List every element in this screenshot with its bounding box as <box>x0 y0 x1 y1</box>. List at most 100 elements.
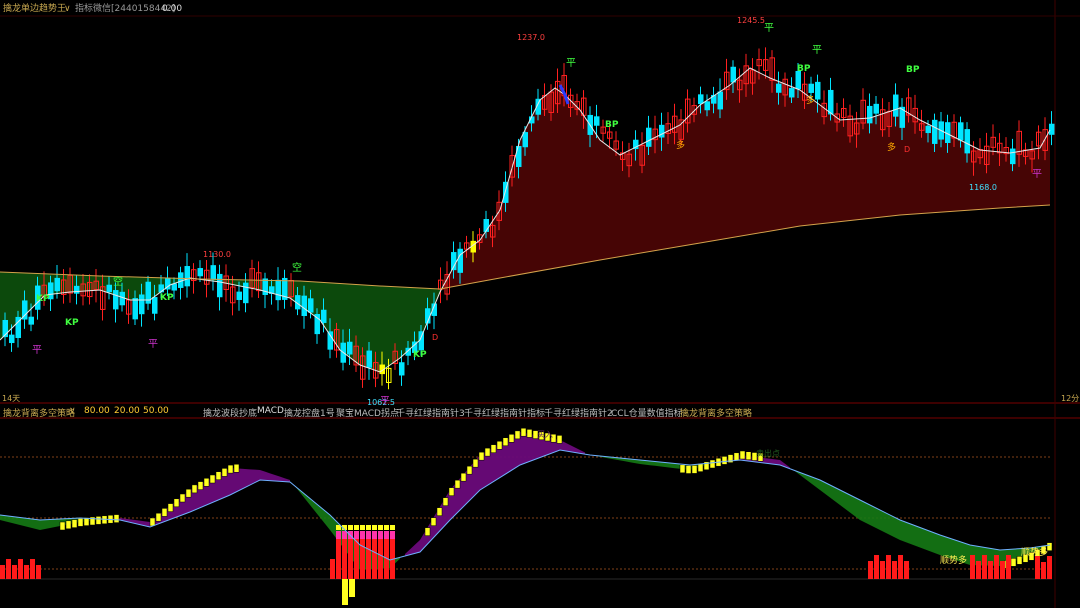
tab-macd[interactable]: MACD <box>257 406 284 416</box>
candle-body <box>184 266 190 287</box>
timeframe-label[interactable]: 12分 <box>1061 394 1079 403</box>
candle-body <box>867 105 873 124</box>
candle-body <box>704 101 710 111</box>
signal-duo-1: 多 <box>676 139 685 151</box>
sub-yellow-bar <box>745 451 752 460</box>
signal-d-2: D <box>904 145 910 154</box>
sub-red-bar <box>874 555 879 579</box>
sub-red-bar <box>1041 562 1046 579</box>
sub-annotation-trend-2: 顺势多 <box>1021 546 1048 558</box>
sub-yellow-bar <box>215 471 222 480</box>
candle-body <box>54 277 60 292</box>
sub-yellow-bar <box>77 518 84 527</box>
sub-yellow-cap <box>378 525 383 530</box>
candle-body <box>178 272 184 288</box>
candle-body <box>106 284 112 293</box>
candle-body <box>893 94 899 117</box>
sub-magenta-cap <box>366 531 371 539</box>
sub-yellow-cap <box>348 525 353 530</box>
sub-yellow-bar <box>514 430 521 440</box>
signal-ping-2: 平 <box>764 23 774 34</box>
sub-yellow-bar <box>149 517 156 527</box>
chart-canvas[interactable]: 擒龙单边趋势王 ∨ 指标微信[2440158442] 0.00 1237.0 1… <box>0 0 1080 608</box>
candle-body <box>776 83 782 93</box>
sub-yellow-bar <box>424 527 431 536</box>
sub-red-bar <box>1035 556 1040 579</box>
sub-yellow-bar <box>691 465 698 474</box>
period-label: 14天 <box>2 394 20 403</box>
sub-yellow-bar <box>484 447 491 457</box>
signal-ping-7: 平 <box>1032 169 1042 180</box>
candle-body <box>152 297 158 314</box>
signal-kp-3: KP <box>160 293 174 303</box>
tab-divergence-active[interactable]: 擒龙背离多空策略 <box>680 406 752 419</box>
sub-yellow-bar <box>685 465 692 474</box>
strategy-selector[interactable]: 擒龙背离多空策略 <box>3 406 75 419</box>
sub-yellow-bar <box>209 474 216 484</box>
sub-red-bar <box>898 555 903 579</box>
tab-compass[interactable]: 千寻红绿指南针指标 <box>464 406 545 419</box>
sub-yellow-bar <box>508 434 515 443</box>
signal-ping-4: 平 <box>32 345 42 356</box>
sub-yellow-bar <box>430 517 437 526</box>
sub-magenta-cap <box>390 531 395 539</box>
signal-ping-5: 平 <box>148 339 158 350</box>
sub-magenta-cap <box>378 531 383 539</box>
price-cloud-layer <box>0 68 1050 372</box>
param-1: 80.00 <box>84 406 110 416</box>
candle-body <box>958 122 964 141</box>
tab-ccl[interactable]: CCL仓量数值指标 <box>611 406 683 419</box>
candle-body <box>301 295 307 317</box>
param-2: 20.00 <box>114 406 140 416</box>
candle-body <box>366 350 372 368</box>
candle-body <box>308 298 314 313</box>
tab-qinlong-bottom[interactable]: 擒龙波段抄底 <box>203 406 257 419</box>
sub-yellow-bar <box>59 521 66 531</box>
high-label-1: 1237.0 <box>517 33 545 42</box>
low-label-2: 1168.0 <box>969 183 997 192</box>
candle-body <box>1049 123 1055 135</box>
candle-body <box>483 219 489 232</box>
sub-red-bar <box>330 559 335 579</box>
sub-magenta-cap <box>354 531 359 539</box>
sub-magenta-cap <box>384 531 389 539</box>
candle-body <box>210 265 216 280</box>
candle-body <box>275 279 281 301</box>
sub-yellow-bar <box>478 451 485 461</box>
signal-kong-1: 空 <box>113 275 123 288</box>
sub-yellow-bar <box>556 435 563 444</box>
sub-red-bar <box>1047 556 1052 579</box>
candle-body <box>789 88 795 98</box>
sub-yellow-bar <box>65 520 72 530</box>
candle-body <box>171 283 177 291</box>
title-dropdown[interactable]: ∨ <box>64 4 71 14</box>
sub-yellow-bar <box>679 464 686 474</box>
sub-annotation-trend: 顺势多 <box>940 554 967 566</box>
signal-duo-3: 多 <box>887 141 896 153</box>
sub-red-bar <box>36 565 41 579</box>
sub-yellow-bar <box>95 516 102 525</box>
sub-yellow-bar <box>454 479 461 489</box>
tab-compass-3[interactable]: 千寻红绿指南针3 <box>396 406 465 419</box>
sub-yellow-bar <box>460 472 467 482</box>
app-title: 擒龙单边趋势王 <box>3 2 66 14</box>
candle-body <box>964 129 970 154</box>
sub-yellow-bar <box>733 452 740 462</box>
candle-body <box>815 81 821 100</box>
signal-kp-1: KP <box>36 294 50 304</box>
strategy-dropdown-icon[interactable]: ∨ <box>69 406 76 416</box>
candle-body <box>327 331 333 350</box>
sub-yellow-spike-2 <box>349 579 355 597</box>
sub-red-bar <box>1000 561 1005 579</box>
param-3: 50.00 <box>143 406 169 416</box>
sub-yellow-bar <box>191 484 198 494</box>
tab-jubao-macd[interactable]: 聚宝MACD拐点 <box>336 406 399 419</box>
tab-control-1[interactable]: 擒龙控盘1号 <box>284 406 335 419</box>
sub-yellow-bar <box>496 440 503 450</box>
sub-red-bar <box>868 561 873 579</box>
sub-red-bar <box>982 555 987 579</box>
signal-kong-2: 空 <box>292 261 302 274</box>
sub-yellow-bar <box>221 468 228 477</box>
signal-ping-3: 平 <box>812 45 822 56</box>
tab-compass-2[interactable]: 千寻红绿指南针2 <box>544 406 613 419</box>
